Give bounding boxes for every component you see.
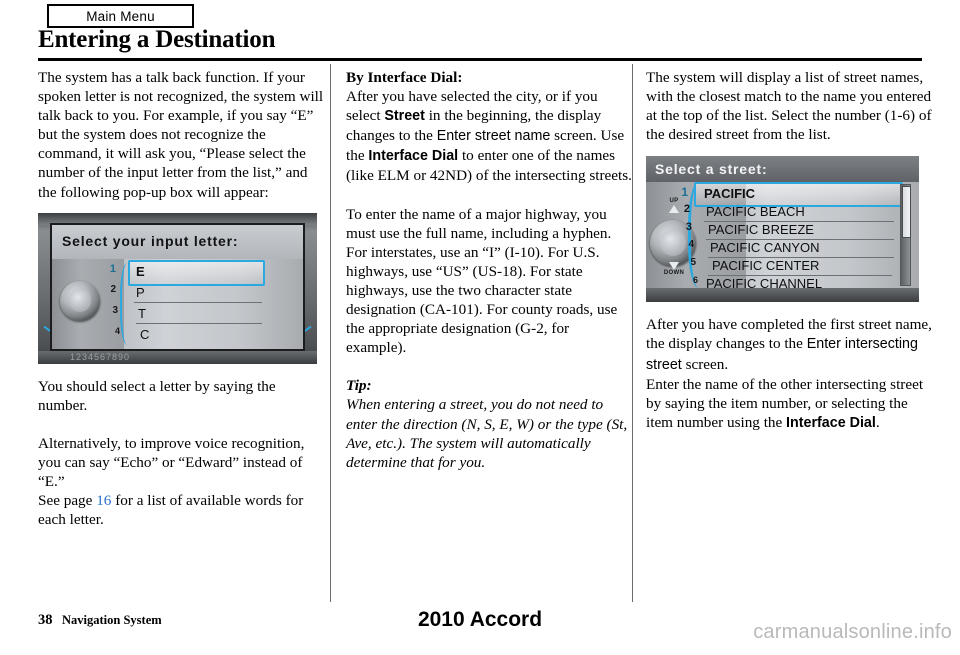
item-number-1[interactable]: 1 <box>88 263 116 275</box>
left-paragraph-3a: Alternatively, to improve voice recognit… <box>38 434 305 491</box>
see-page-prefix: See page <box>38 492 97 510</box>
right-column: The system will display a list of street… <box>646 68 932 433</box>
street-number-6[interactable]: 6 <box>676 275 698 285</box>
left-paragraph-1: The system has a talk back function. If … <box>38 69 324 201</box>
list-item-4[interactable]: C <box>140 327 149 342</box>
page-reference-link[interactable]: 16 <box>96 492 111 509</box>
street-separator-3 <box>708 257 894 259</box>
right-paragraph-2: After you have completed the first stree… <box>646 315 932 374</box>
list-item-1[interactable]: E <box>136 264 145 279</box>
title-rule <box>38 58 922 61</box>
street-number-4[interactable]: 4 <box>672 239 694 250</box>
column-divider-left <box>330 64 331 602</box>
middle-column: By Interface Dial: After you have select… <box>346 68 632 472</box>
list-item-3[interactable]: T <box>138 306 146 321</box>
street-separator-4 <box>708 275 892 277</box>
street-term: Street <box>384 108 425 125</box>
street-item-1[interactable]: PACIFIC <box>704 186 755 201</box>
street-scrollbar-track[interactable] <box>900 184 911 287</box>
figure-select-a-street: Select a street: UP DOWN 1 2 3 4 5 6 PAC… <box>646 156 919 303</box>
left-paragraph-3: Alternatively, to improve voice recognit… <box>38 434 324 529</box>
right-p2-c: screen. <box>681 355 729 373</box>
popup-list-area: 1 2 3 4 E P T C <box>52 258 303 349</box>
left-paragraph-2: You should select a letter by saying the… <box>38 377 276 414</box>
column-divider-right <box>632 64 633 602</box>
interface-dial-term-right: Interface Dial <box>786 414 876 431</box>
popup-title: Select your input letter: <box>52 224 303 259</box>
street-separator-2 <box>706 239 894 241</box>
street-item-5[interactable]: PACIFIC CENTER <box>712 258 819 273</box>
street-number-2[interactable]: 2 <box>668 203 690 215</box>
tip-body: When entering a street, you do not need … <box>346 396 628 471</box>
navi-keyboard-strip: 1234567890 <box>38 350 317 364</box>
street-screen: Select a street: UP DOWN 1 2 3 4 5 6 PAC… <box>646 156 919 303</box>
tip-heading-text: Tip: <box>346 377 372 395</box>
item-number-3[interactable]: 3 <box>90 305 118 316</box>
popup-dialog: Select your input letter: 1 2 3 4 E P T … <box>50 222 305 351</box>
street-screen-footer <box>646 288 919 303</box>
street-number-3[interactable]: 3 <box>670 221 692 233</box>
main-menu-tab-label: Main Menu <box>86 8 155 24</box>
right-paragraph-1: The system will display a list of street… <box>646 69 932 144</box>
street-separator-1 <box>704 221 894 223</box>
right-paragraph-3: Enter the name of the other intersecting… <box>646 375 932 433</box>
item-number-2[interactable]: 2 <box>88 284 116 295</box>
street-item-2[interactable]: PACIFIC BEACH <box>706 204 805 219</box>
street-list-area: UP DOWN 1 2 3 4 5 6 PACIFIC PACIFIC BEAC… <box>646 182 919 291</box>
page-title: Entering a Destination <box>38 26 276 53</box>
right-p3-c: . <box>875 413 880 431</box>
interface-dial-term: Interface Dial <box>368 148 459 165</box>
row-separator-2 <box>136 322 262 324</box>
street-scrollbar-thumb[interactable] <box>902 186 911 239</box>
selected-row-highlight <box>128 259 265 286</box>
watermark: carmanualsonline.info <box>753 621 952 643</box>
row-separator-1 <box>134 301 262 303</box>
tip-heading: Tip: <box>346 376 632 395</box>
street-number-1[interactable]: 1 <box>666 185 688 199</box>
street-screen-title: Select a street: <box>646 156 919 183</box>
left-column: The system has a talk back function. If … <box>38 68 324 529</box>
street-item-4[interactable]: PACIFIC CANYON <box>710 240 820 255</box>
right-p3-a: Enter the name of the other intersecting… <box>646 375 924 431</box>
middle-heading-text: By Interface Dial: <box>346 69 463 86</box>
street-item-3[interactable]: PACIFIC BREEZE <box>708 222 814 237</box>
figure-select-input-letter: 1234567890 A ⌐ Select your input letter:… <box>38 212 317 364</box>
enter-street-name-term: Enter street name <box>436 128 551 145</box>
main-menu-tab[interactable]: Main Menu <box>47 4 194 28</box>
item-number-4[interactable]: 4 <box>92 326 120 336</box>
middle-heading: By Interface Dial: <box>346 68 632 87</box>
list-item-2[interactable]: P <box>136 285 145 300</box>
middle-paragraph-2: To enter the name of a major highway, yo… <box>346 205 618 357</box>
middle-paragraph-1: After you have selected the city, or if … <box>346 87 632 185</box>
street-number-5[interactable]: 5 <box>674 257 696 268</box>
